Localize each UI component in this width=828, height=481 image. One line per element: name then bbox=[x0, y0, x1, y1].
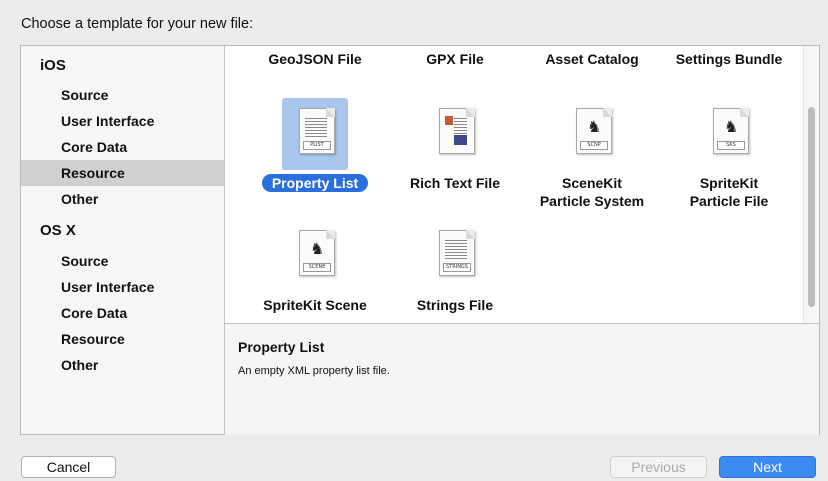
sidebar-item-ios-resource[interactable]: Resource bbox=[21, 160, 224, 186]
sidebar-item-osx-resource[interactable]: Resource bbox=[21, 326, 224, 352]
plist-file-icon: PLIST bbox=[299, 108, 335, 154]
sidebar-item-osx-core-data[interactable]: Core Data bbox=[21, 300, 224, 326]
scenekit-particle-icon: ♞ SCNP bbox=[576, 108, 612, 154]
template-asset-catalog[interactable]: Asset Catalog bbox=[522, 51, 662, 67]
dialog-heading: Choose a template for your new file: bbox=[21, 16, 254, 32]
sidebar-group-osx: OS X bbox=[40, 222, 76, 239]
sks-badge: SKS bbox=[717, 141, 745, 150]
template-grid: GeoJSON File GPX File Asset Catalog Sett… bbox=[225, 46, 819, 323]
spritekit-scene-icon: ♞ SCENE bbox=[299, 230, 335, 276]
platform-sidebar: iOS Source User Interface Core Data Reso… bbox=[21, 46, 225, 434]
template-label: SceneKit Particle System bbox=[539, 175, 645, 209]
scnp-badge: SCNP bbox=[580, 141, 608, 150]
vertical-scrollbar[interactable] bbox=[803, 46, 819, 323]
sidebar-group-ios: iOS bbox=[40, 57, 66, 74]
description-title: Property List bbox=[238, 339, 325, 355]
template-label: SpriteKit Scene bbox=[263, 297, 367, 313]
template-dialog: Choose a template for your new file: iOS… bbox=[0, 0, 828, 481]
sidebar-item-ios-core-data[interactable]: Core Data bbox=[21, 134, 224, 160]
template-settings-bundle[interactable]: Settings Bundle bbox=[659, 51, 799, 67]
description-text: An empty XML property list file. bbox=[238, 365, 390, 377]
icon-selection-highlight: PLIST bbox=[282, 98, 348, 170]
rich-text-file-icon bbox=[439, 108, 475, 154]
template-chooser: iOS Source User Interface Core Data Reso… bbox=[20, 45, 820, 435]
template-spritekit-particle-file[interactable]: ♞ SKS SpriteKit Particle File bbox=[659, 98, 799, 209]
sidebar-item-osx-source[interactable]: Source bbox=[21, 248, 224, 274]
template-rich-text-file[interactable]: Rich Text File bbox=[385, 98, 525, 198]
sidebar-item-ios-other[interactable]: Other bbox=[21, 186, 224, 212]
sidebar-item-osx-user-interface[interactable]: User Interface bbox=[21, 274, 224, 300]
template-scenekit-particle-system[interactable]: ♞ SCNP SceneKit Particle System bbox=[522, 98, 662, 209]
template-label: SpriteKit Particle File bbox=[689, 175, 769, 209]
template-label: Strings File bbox=[416, 297, 494, 313]
template-geojson-file[interactable]: GeoJSON File bbox=[245, 51, 385, 67]
scrollbar-thumb[interactable] bbox=[808, 107, 815, 307]
plist-badge: PLIST bbox=[303, 141, 331, 150]
sidebar-item-ios-user-interface[interactable]: User Interface bbox=[21, 108, 224, 134]
template-label: Property List bbox=[245, 174, 385, 192]
template-spritekit-scene[interactable]: ♞ SCENE SpriteKit Scene bbox=[245, 220, 385, 320]
strings-file-icon: STRINGS bbox=[439, 230, 475, 276]
next-button[interactable]: Next bbox=[719, 456, 816, 478]
cancel-button[interactable]: Cancel bbox=[21, 456, 116, 478]
spritekit-particle-icon: ♞ SKS bbox=[713, 108, 749, 154]
sidebar-item-ios-source[interactable]: Source bbox=[21, 82, 224, 108]
template-strings-file[interactable]: STRINGS Strings File bbox=[385, 220, 525, 320]
scene-badge: SCENE bbox=[303, 263, 331, 272]
previous-button[interactable]: Previous bbox=[610, 456, 707, 478]
template-gpx-file[interactable]: GPX File bbox=[385, 51, 525, 67]
template-label: Rich Text File bbox=[410, 175, 500, 191]
template-property-list[interactable]: PLIST Property List bbox=[245, 98, 385, 198]
template-description-panel: Property List An empty XML property list… bbox=[225, 323, 819, 435]
strings-badge: STRINGS bbox=[443, 263, 471, 272]
sidebar-item-osx-other[interactable]: Other bbox=[21, 352, 224, 378]
